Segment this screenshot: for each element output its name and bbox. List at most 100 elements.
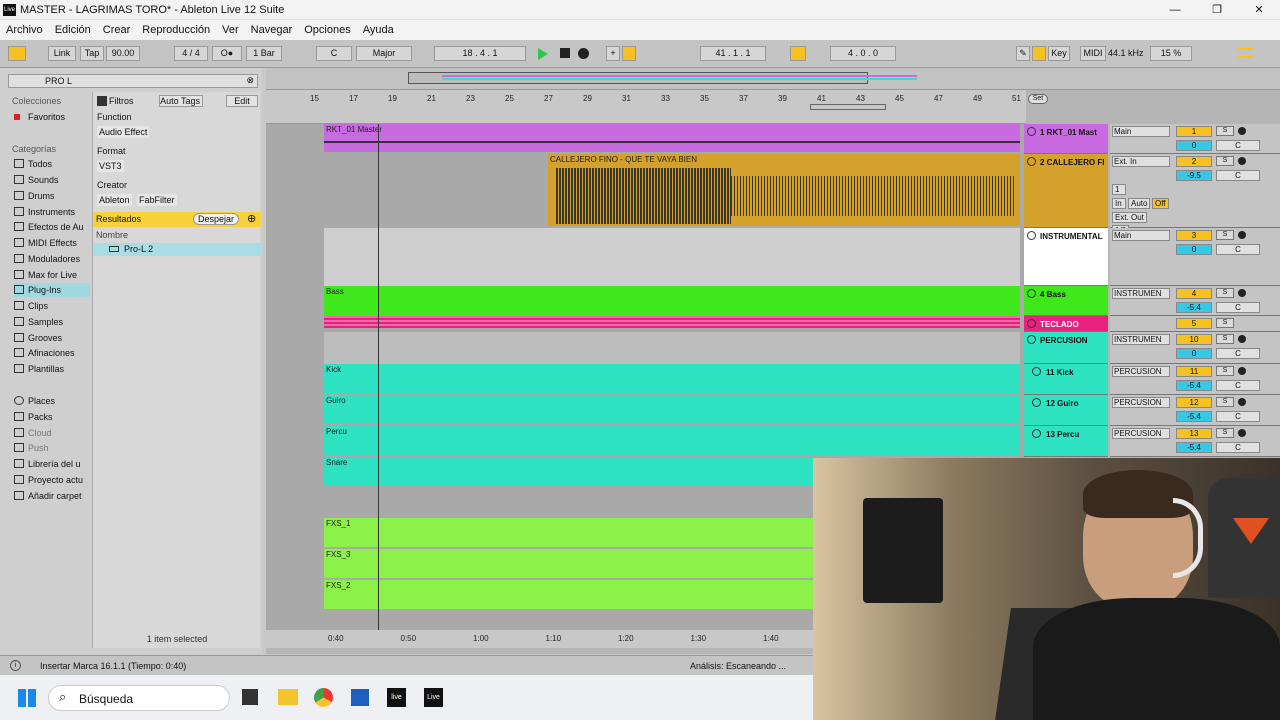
favorites-item[interactable]: Favoritos xyxy=(14,110,65,124)
places-item[interactable]: Places xyxy=(14,394,55,408)
set-locator-button[interactable]: Set xyxy=(1028,94,1048,104)
pan-field[interactable]: C xyxy=(1216,140,1260,151)
close-button[interactable]: ✕ xyxy=(1244,2,1274,18)
volume-field[interactable]: -5.4 xyxy=(1176,411,1212,422)
routing-select[interactable]: INSTRUMEN xyxy=(1112,288,1170,299)
category-plugins[interactable]: Plug-Ins xyxy=(14,283,90,297)
minimize-button[interactable]: — xyxy=(1160,2,1190,18)
track-activator[interactable]: 4 xyxy=(1176,288,1212,299)
volume-field[interactable]: -5.4 xyxy=(1176,302,1212,313)
track-header[interactable]: 11 Kick xyxy=(1024,364,1108,395)
function-label[interactable]: Function xyxy=(97,112,132,122)
pan-field[interactable]: C xyxy=(1216,411,1260,422)
taskbar-search[interactable]: ⌕ Búsqueda xyxy=(48,685,230,711)
draw-mode-icon[interactable]: ✎ xyxy=(1016,46,1030,61)
category-sounds[interactable]: Sounds xyxy=(14,173,59,187)
time-ruler[interactable] xyxy=(266,630,814,648)
add-icon[interactable]: ⊕ xyxy=(247,212,256,225)
auto-tags-button[interactable]: Auto Tags xyxy=(159,95,203,107)
track-activator[interactable]: 13 xyxy=(1176,428,1212,439)
filter-toggle-icon[interactable] xyxy=(97,96,107,106)
category-samples[interactable]: Samples xyxy=(14,315,63,329)
view-toggle-icon[interactable] xyxy=(8,46,26,61)
places-push[interactable]: Push xyxy=(14,441,49,455)
track-header[interactable]: INSTRUMENTAL xyxy=(1024,228,1108,286)
tap-button[interactable]: Tap xyxy=(80,46,104,61)
file-explorer-icon[interactable] xyxy=(278,689,298,705)
menu-icon[interactable] xyxy=(1238,48,1254,58)
volume-field[interactable]: -5.4 xyxy=(1176,380,1212,391)
track-fold-icon[interactable] xyxy=(1027,289,1036,298)
places-current-project[interactable]: Proyecto actu xyxy=(14,473,83,487)
track-activator[interactable]: 3 xyxy=(1176,230,1212,241)
track-activator[interactable]: 10 xyxy=(1176,334,1212,345)
track-fold-icon[interactable] xyxy=(1027,335,1036,344)
menu-navegar[interactable]: Navegar xyxy=(245,20,299,40)
track-header[interactable]: 13 Percu xyxy=(1024,426,1108,457)
track-header[interactable]: 12 Guiro xyxy=(1024,395,1108,426)
windows-start-icon[interactable] xyxy=(18,689,36,707)
overdub-icon[interactable]: + xyxy=(606,46,620,61)
routing-select[interactable]: Main xyxy=(1112,126,1170,137)
play-icon[interactable] xyxy=(538,48,548,60)
live-app-icon-active[interactable]: Live xyxy=(424,688,443,707)
clear-button[interactable]: Despejar xyxy=(193,213,240,225)
name-column-header[interactable]: Nombre xyxy=(96,230,128,240)
menu-reproduccion[interactable]: Reproducción xyxy=(136,20,216,40)
clip-bass[interactable]: Bass xyxy=(324,286,1020,316)
song-position[interactable]: 18 . 4 . 1 xyxy=(434,46,526,61)
clip-percu[interactable]: Percu xyxy=(324,426,1020,455)
category-templates[interactable]: Plantillas xyxy=(14,362,64,376)
midi-map-button[interactable]: MIDI xyxy=(1080,46,1106,61)
instrumental-group-lane[interactable] xyxy=(324,228,1020,286)
arm-record-icon[interactable] xyxy=(1238,398,1246,406)
track-fold-icon[interactable] xyxy=(1032,429,1041,438)
arm-record-icon[interactable] xyxy=(1238,127,1246,135)
solo-button[interactable]: S xyxy=(1216,428,1234,438)
output-select[interactable]: Ext. Out xyxy=(1112,212,1147,223)
result-row[interactable]: Pro-L 2 xyxy=(93,243,261,256)
routing-select[interactable]: PERCUSION xyxy=(1112,428,1170,439)
arm-record-icon[interactable] xyxy=(1238,335,1246,343)
format-label[interactable]: Format xyxy=(97,146,126,156)
info-icon[interactable]: i xyxy=(10,660,21,671)
track-fold-icon[interactable] xyxy=(1032,398,1041,407)
quantize-select[interactable]: 1 Bar xyxy=(246,46,282,61)
arm-record-icon[interactable] xyxy=(1238,367,1246,375)
solo-button[interactable]: S xyxy=(1216,366,1234,376)
track-header[interactable]: PERCUSION xyxy=(1024,332,1108,364)
places-packs[interactable]: Packs xyxy=(14,410,53,424)
menu-ayuda[interactable]: Ayuda xyxy=(357,20,400,40)
category-max-for-live[interactable]: Max for Live xyxy=(14,268,77,282)
arm-record-icon[interactable] xyxy=(1238,157,1246,165)
track-header[interactable]: TECLADO xyxy=(1024,316,1108,332)
loop-toggle-icon[interactable] xyxy=(790,46,806,61)
routing-select[interactable]: PERCUSION xyxy=(1112,397,1170,408)
routing-select[interactable]: Ext. In xyxy=(1112,156,1170,167)
clip-snare[interactable]: Snare xyxy=(324,457,814,486)
solo-button[interactable]: S xyxy=(1216,334,1234,344)
mapping-icon[interactable] xyxy=(1032,46,1046,61)
arm-record-icon[interactable] xyxy=(1238,429,1246,437)
creator-label[interactable]: Creator xyxy=(97,180,127,190)
bar-ruler[interactable] xyxy=(266,90,1026,124)
menu-opciones[interactable]: Opciones xyxy=(298,20,356,40)
creator-chip-ableton[interactable]: Ableton xyxy=(97,194,132,206)
clip-kick[interactable]: Kick xyxy=(324,364,1020,393)
time-signature[interactable]: 4 / 4 xyxy=(174,46,208,61)
maximize-button[interactable]: ❐ xyxy=(1202,2,1232,18)
track-fold-icon[interactable] xyxy=(1027,127,1036,136)
category-audio-effects[interactable]: Efectos de Au xyxy=(14,220,84,234)
clip-guiro[interactable]: Guiro xyxy=(324,395,1020,424)
routing-select[interactable]: INSTRUMEN xyxy=(1112,334,1170,345)
pan-field[interactable]: C xyxy=(1216,348,1260,359)
clip-fxs1[interactable]: FXS_1 xyxy=(324,518,814,547)
category-drums[interactable]: Drums xyxy=(14,189,55,203)
menu-crear[interactable]: Crear xyxy=(97,20,137,40)
edit-button[interactable]: Edit xyxy=(226,95,258,107)
loop-start[interactable]: 41 . 1 . 1 xyxy=(700,46,766,61)
category-clips[interactable]: Clips xyxy=(14,299,48,313)
arm-record-icon[interactable] xyxy=(1238,289,1246,297)
menu-ver[interactable]: Ver xyxy=(216,20,245,40)
monitor-in-button[interactable]: In xyxy=(1112,198,1126,209)
